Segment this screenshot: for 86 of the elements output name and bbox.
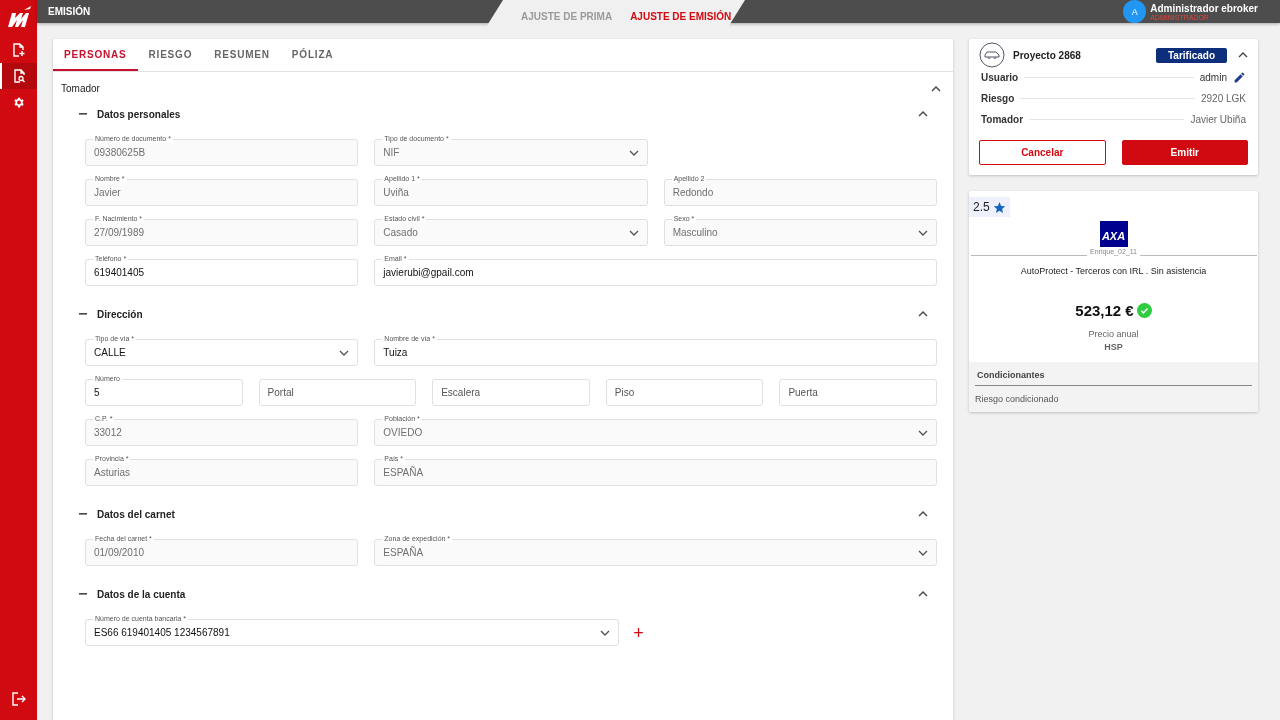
field-placeholder: Portal (267, 387, 294, 398)
status-badge: Tarificado (1155, 47, 1227, 63)
field-value: Redondo (672, 187, 714, 198)
field-value: Casado (383, 227, 418, 238)
info-value: Javier Ubiña (1190, 114, 1246, 125)
info-label: Riesgo (981, 93, 1015, 104)
user-name: Administrador ebroker (1150, 2, 1258, 14)
field-placeholder: Escalera (441, 387, 481, 398)
field-value: 27/09/1989 (94, 227, 145, 238)
project-title: Proyecto 2868 (1013, 49, 1082, 61)
minus-icon[interactable] (79, 513, 87, 515)
chevron-icon[interactable] (918, 511, 928, 517)
tab[interactable]: RESUMEN (203, 39, 281, 71)
input-field[interactable]: Escalera (432, 379, 590, 406)
tab[interactable]: PÓLIZA (280, 39, 345, 71)
pencil-icon[interactable] (1233, 71, 1246, 84)
minus-icon[interactable] (79, 313, 87, 315)
chevron-icon[interactable] (918, 591, 928, 597)
minus-icon[interactable] (79, 113, 87, 115)
price: 523,12 € (1075, 302, 1134, 319)
chevron-icon[interactable] (931, 85, 941, 92)
tab[interactable]: PERSONAS (53, 39, 138, 71)
price-label: Precio anual (1088, 329, 1139, 339)
rating-value: 2.5 (973, 200, 990, 214)
info-label: Tomador (981, 114, 1024, 125)
field-value: ESPAÑA (383, 547, 424, 558)
caret-icon (918, 229, 928, 236)
field-value: 619401405 (94, 267, 145, 278)
field-value: OVIEDO (383, 427, 423, 438)
check-icon (1136, 303, 1152, 318)
field-value: javierubi@gpail.com (383, 267, 474, 278)
input-field[interactable]: Puerta (779, 379, 937, 406)
chevron-icon[interactable] (1238, 52, 1248, 58)
settings-icon (12, 95, 25, 109)
insurer-logo: AXA (1099, 221, 1128, 247)
secondary-button[interactable]: Cancelar (979, 140, 1106, 165)
field-value: Uviña (383, 187, 409, 198)
page-title: EMISIÓN (48, 6, 91, 17)
field-value: Javier (94, 187, 121, 198)
field-value: 5 (94, 387, 100, 398)
add-button[interactable]: + (629, 623, 648, 642)
primary-button[interactable]: Emitir (1121, 140, 1248, 165)
info-label: Usuario (981, 72, 1019, 83)
field-value: Asturias (94, 467, 131, 478)
file-plus-icon (12, 43, 25, 57)
field-value: Tuiza (383, 347, 408, 358)
field-value: 33012 (94, 427, 122, 438)
input-field[interactable]: Piso (605, 379, 764, 406)
caret-icon (628, 229, 639, 236)
condition-text: Riesgo condicionado (975, 393, 1060, 404)
field-placeholder: Piso (614, 387, 635, 398)
logout-icon (11, 692, 26, 706)
caret-icon (628, 149, 639, 156)
chevron-icon[interactable] (918, 311, 928, 317)
field-value: 09380625B (94, 147, 146, 158)
info-value: admin (1199, 72, 1227, 83)
logo-icon (5, 5, 32, 29)
section-title: Datos de la cuenta (97, 588, 187, 600)
car-icon (979, 42, 1005, 68)
field-value: NIF (383, 147, 400, 158)
field-value: CALLE (94, 347, 126, 358)
section-title: Datos del carnet (97, 508, 176, 520)
step-tab[interactable]: AJUSTE DE EMISIÓN (630, 10, 732, 22)
section-title: Datos personales (97, 108, 182, 120)
file-search-icon (13, 69, 26, 83)
caret-icon (339, 349, 350, 356)
field-value: ES66 619401405 1234567891 (94, 627, 230, 638)
field-value: ESPAÑA (383, 467, 424, 478)
minus-icon[interactable] (79, 593, 87, 595)
field-value: 01/09/2010 (94, 547, 145, 558)
price-code: HSP (1104, 342, 1123, 352)
tab[interactable]: RIESGO (137, 39, 204, 71)
caret-icon (600, 629, 611, 636)
sidebar-item[interactable] (0, 63, 37, 89)
star-icon (992, 200, 1006, 214)
info-value: 2920 LGK (1200, 93, 1246, 104)
caret-icon (918, 549, 928, 556)
chevron-icon[interactable] (918, 111, 928, 117)
field-value: Masculino (672, 227, 718, 238)
product-name: AutoProtect - Terceros con IRL . Sin asistencia (1020, 266, 1207, 276)
input-field[interactable]: Portal (258, 379, 417, 406)
panel-title: Tomador (61, 83, 100, 94)
conditions-title: Condicionantes (975, 362, 1252, 386)
field-placeholder: Puerta (788, 387, 818, 398)
section-title: Dirección (97, 308, 144, 320)
caret-icon (918, 429, 928, 436)
